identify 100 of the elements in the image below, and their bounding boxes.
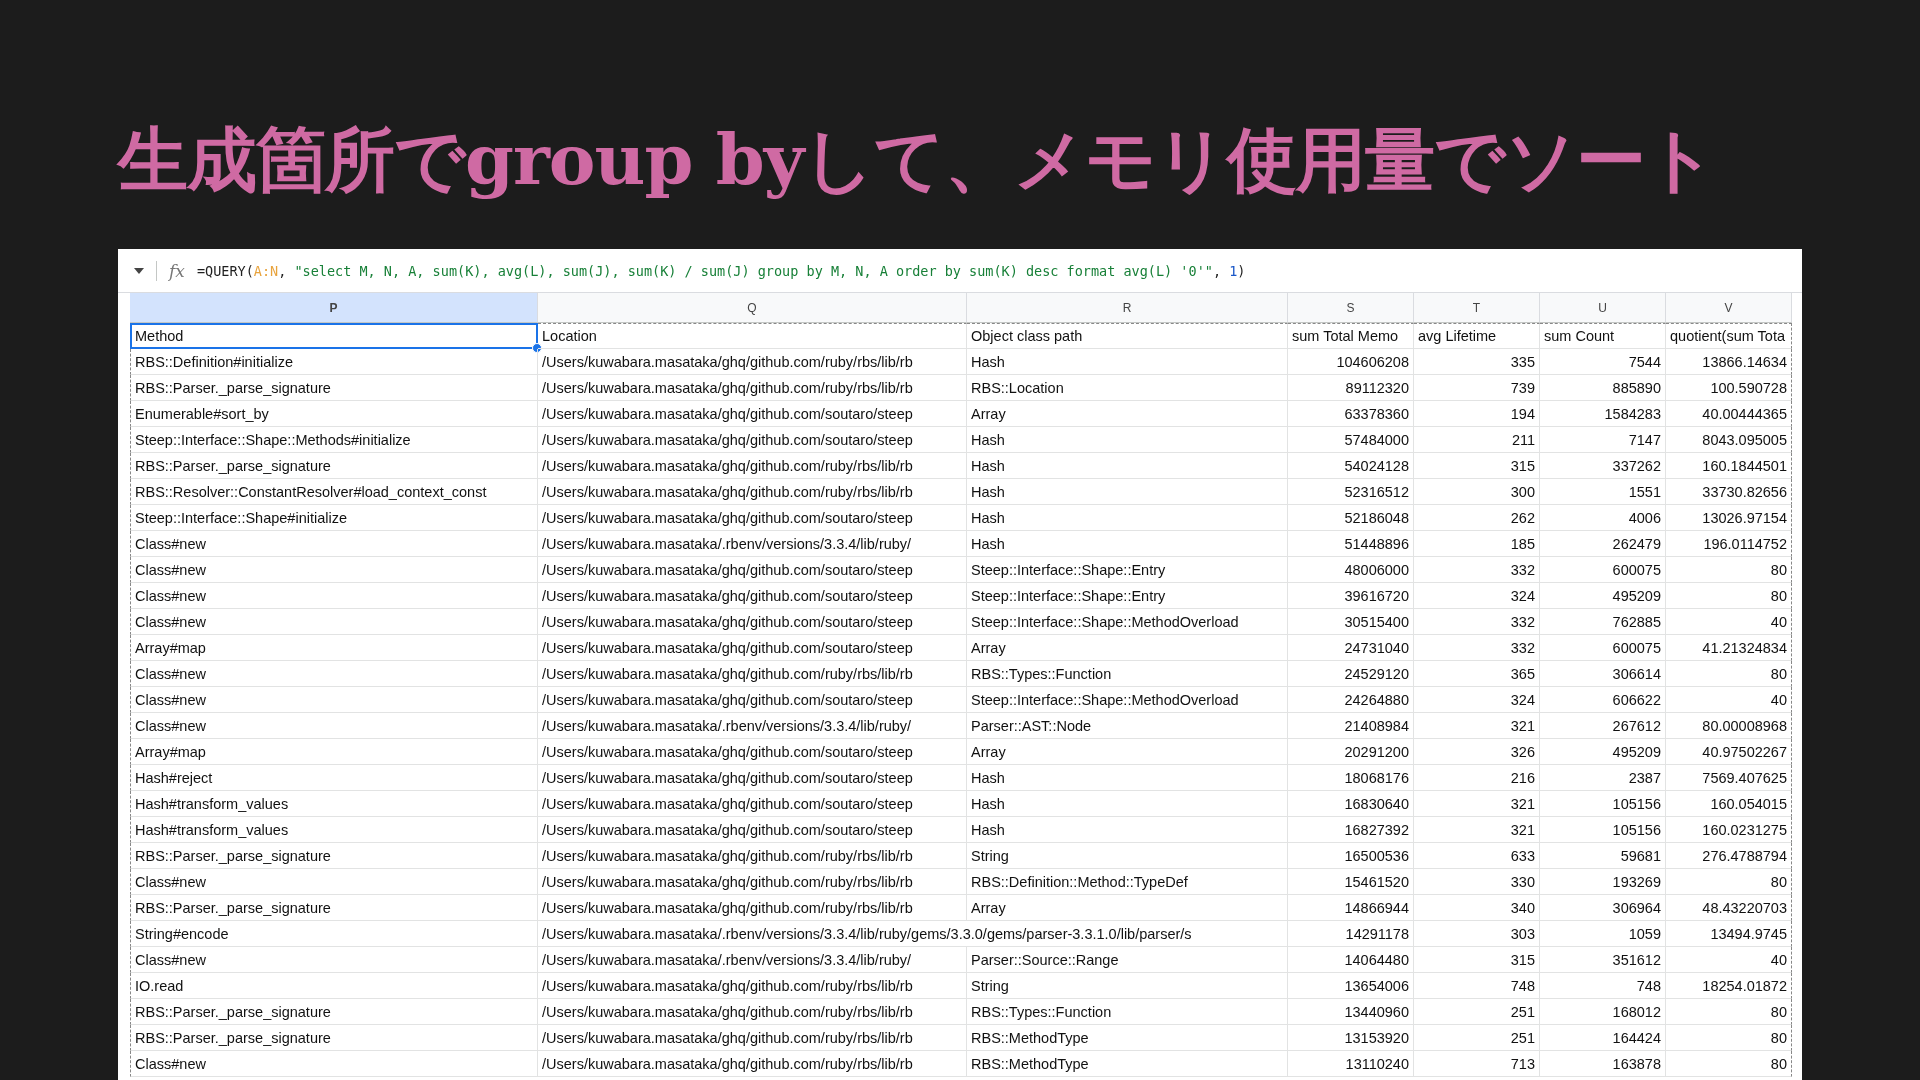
table-cell: 20291200: [1288, 739, 1414, 765]
table-cell: 24731040: [1288, 635, 1414, 661]
table-cell: /Users/kuwabara.masataka/ghq/github.com/ruby/rbs/lib/rb: [538, 453, 967, 479]
table-cell: Hash: [967, 817, 1288, 843]
table-cell: Steep::Interface::Shape::Entry: [967, 583, 1288, 609]
formula-field[interactable]: =QUERY(A:N, "select M, N, A, sum(K), avg(L), sum(J), sum(K) / sum(J) group by M, N, A order by sum(K) desc format avg(L) '0'", 1): [196, 262, 1246, 279]
table-cell: 80: [1666, 661, 1792, 687]
column-header[interactable]: V: [1666, 293, 1792, 323]
table-cell: Hash#reject: [130, 765, 538, 791]
table-cell: /Users/kuwabara.masataka/ghq/github.com/ruby/rbs/lib/rb: [538, 479, 967, 505]
header-cell: avg Lifetime: [1414, 323, 1540, 349]
table-cell: Parser::Source::Range: [967, 947, 1288, 973]
table-cell: 332: [1414, 635, 1540, 661]
table-cell: 321: [1414, 713, 1540, 739]
table-cell: 1059: [1540, 921, 1666, 947]
table-cell: /Users/kuwabara.masataka/ghq/github.com/ruby/rbs/lib/rb: [538, 661, 967, 687]
table-cell: 351612: [1540, 947, 1666, 973]
table-cell: 57484000: [1288, 427, 1414, 453]
column-header[interactable]: R: [967, 293, 1288, 323]
table-cell: 7544: [1540, 349, 1666, 375]
table-cell: 48006000: [1288, 557, 1414, 583]
table-cell: 13866.14634: [1666, 349, 1792, 375]
table-cell: Hash: [967, 791, 1288, 817]
table-cell: Hash: [967, 765, 1288, 791]
table-cell: String: [967, 973, 1288, 999]
column-header[interactable]: U: [1540, 293, 1666, 323]
table-cell: 762885: [1540, 609, 1666, 635]
table-cell: 80: [1666, 1051, 1792, 1077]
table-cell: 337262: [1540, 453, 1666, 479]
table-cell: /Users/kuwabara.masataka/ghq/github.com/ruby/rbs/lib/rb: [538, 1051, 967, 1077]
table-cell: 14291178: [1288, 921, 1414, 947]
table-cell: 163878: [1540, 1051, 1666, 1077]
table-cell: 164424: [1540, 1025, 1666, 1051]
table-cell: 89112320: [1288, 375, 1414, 401]
table-cell: 748: [1414, 973, 1540, 999]
table-cell: 13440960: [1288, 999, 1414, 1025]
table-cell: 185: [1414, 531, 1540, 557]
table-cell: 16827392: [1288, 817, 1414, 843]
table-cell: 885890: [1540, 375, 1666, 401]
table-cell: 18254.01872: [1666, 973, 1792, 999]
table-cell: RBS::Resolver::ConstantResolver#load_context_const: [130, 479, 538, 505]
table-cell: 59681: [1540, 843, 1666, 869]
table-cell: 251: [1414, 999, 1540, 1025]
table-cell: 332: [1414, 609, 1540, 635]
table-cell: 321: [1414, 817, 1540, 843]
table-cell: Class#new: [130, 713, 538, 739]
table-cell: 340: [1414, 895, 1540, 921]
table-cell: IO.read: [130, 973, 538, 999]
column-header[interactable]: P: [130, 293, 538, 323]
table-cell: Array: [967, 895, 1288, 921]
table-cell: RBS::Location: [967, 375, 1288, 401]
table-cell: Class#new: [130, 947, 538, 973]
function-icon: fx: [169, 260, 185, 281]
table-cell: 80: [1666, 1025, 1792, 1051]
table-cell: /Users/kuwabara.masataka/ghq/github.com/ruby/rbs/lib/rb: [538, 999, 967, 1025]
table-cell: 48.43220703: [1666, 895, 1792, 921]
table-cell: 105156: [1540, 817, 1666, 843]
table-cell: 80: [1666, 869, 1792, 895]
table-cell: RBS::Parser._parse_signature: [130, 1025, 538, 1051]
table-cell: /Users/kuwabara.masataka/ghq/github.com/soutaro/steep: [538, 817, 967, 843]
table-cell: 15461520: [1288, 869, 1414, 895]
table-cell: /Users/kuwabara.masataka/ghq/github.com/soutaro/steep: [538, 427, 967, 453]
table-cell: 51448896: [1288, 531, 1414, 557]
table-cell: 33730.82656: [1666, 479, 1792, 505]
column-header[interactable]: T: [1414, 293, 1540, 323]
table-cell: 739: [1414, 375, 1540, 401]
fill-handle[interactable]: [532, 343, 542, 353]
column-header[interactable]: S: [1288, 293, 1414, 323]
table-cell: 306614: [1540, 661, 1666, 687]
table-cell: Array#map: [130, 739, 538, 765]
column-header[interactable]: Q: [538, 293, 967, 323]
table-cell: RBS::Parser._parse_signature: [130, 895, 538, 921]
table-cell: /Users/kuwabara.masataka/ghq/github.com/soutaro/steep: [538, 609, 967, 635]
table-cell: RBS::Definition::Method::TypeDef: [967, 869, 1288, 895]
table-cell: 300: [1414, 479, 1540, 505]
table-cell: /Users/kuwabara.masataka/ghq/github.com/ruby/rbs/lib/rb: [538, 895, 967, 921]
table-cell: Hash: [967, 349, 1288, 375]
table-cell: 13110240: [1288, 1051, 1414, 1077]
table-cell: 262: [1414, 505, 1540, 531]
table-cell: 306964: [1540, 895, 1666, 921]
table-cell: 2387: [1540, 765, 1666, 791]
table-cell: 262479: [1540, 531, 1666, 557]
table-cell: Hash#transform_values: [130, 817, 538, 843]
table-cell: 54024128: [1288, 453, 1414, 479]
caret-icon[interactable]: [134, 267, 144, 274]
table-cell: Steep::Interface::Shape::Entry: [967, 557, 1288, 583]
table-cell: 40: [1666, 687, 1792, 713]
table-cell: Array#map: [130, 635, 538, 661]
table-cell: Class#new: [130, 531, 538, 557]
table-cell: Array: [967, 739, 1288, 765]
table-cell: RBS::Parser._parse_signature: [130, 843, 538, 869]
table-cell: 168012: [1540, 999, 1666, 1025]
table-cell: 633: [1414, 843, 1540, 869]
table-cell: 8043.095005: [1666, 427, 1792, 453]
table-cell: String#encode: [130, 921, 538, 947]
table-cell: 600075: [1540, 635, 1666, 661]
table-cell: 324: [1414, 687, 1540, 713]
table-cell: 80: [1666, 999, 1792, 1025]
table-cell: /Users/kuwabara.masataka/.rbenv/versions/3.3.4/lib/ruby/: [538, 713, 967, 739]
table-cell: /Users/kuwabara.masataka/ghq/github.com/soutaro/steep: [538, 765, 967, 791]
